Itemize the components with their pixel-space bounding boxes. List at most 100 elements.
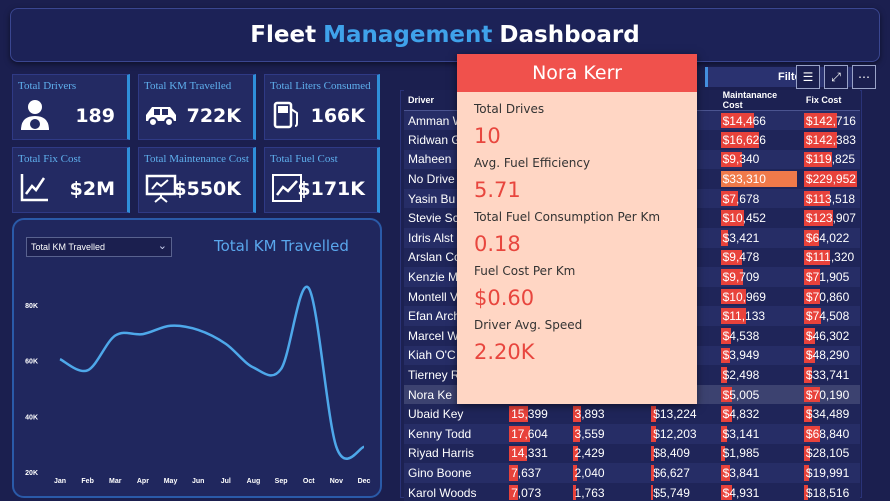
cell-value: $18,516 xyxy=(805,485,850,500)
cell-col1: 7,073 xyxy=(507,482,571,501)
dashboard-title: Fleet Management Dashboard xyxy=(10,8,880,62)
visual-header-icons: ☰ ⤢ ⋯ xyxy=(796,65,876,89)
kpi-value: 722K xyxy=(186,105,241,127)
cell-maintenance: $10,452 xyxy=(718,208,802,229)
cell-value: $34,489 xyxy=(805,407,850,422)
cell-value: $70,860 xyxy=(805,289,850,304)
cell-value: $33,741 xyxy=(805,368,850,383)
tooltip-item: Fuel Cost Per Km $0.60 xyxy=(474,264,697,310)
cell-value: $111,320 xyxy=(805,250,855,265)
x-tick-label: Dec xyxy=(358,478,371,485)
kpi-value: $2M xyxy=(69,178,115,200)
tooltip-item-value: 0.18 xyxy=(474,232,521,256)
cell-fix-cost: $18,516 xyxy=(801,482,860,501)
y-tick-label: 60K xyxy=(25,359,38,366)
cell-col2: 3,893 xyxy=(570,404,650,424)
x-tick-label: May xyxy=(164,478,178,485)
col-header-fix-cost[interactable]: Fix Cost xyxy=(801,90,860,111)
table-row[interactable]: Riyad Harris 14,331 2,429 $8,409 $1,985 $28,1… xyxy=(404,443,860,464)
x-tick-label: Aug xyxy=(247,478,261,485)
cell-col1: 17,604 xyxy=(507,424,571,444)
table-row[interactable]: Karol Woods 7,073 1,763 $5,749 $4,931 $18,516 xyxy=(404,482,860,501)
cell-value: $10,452 xyxy=(722,211,766,226)
cell-value: $3,949 xyxy=(722,348,760,363)
table-row[interactable]: Kenny Todd 17,604 3,559 $12,203 $3,141 $68,84… xyxy=(404,424,860,444)
cell-maintenance: $4,538 xyxy=(718,326,802,346)
cell-value: $19,991 xyxy=(805,465,850,480)
line-chart-icon xyxy=(20,174,48,202)
tooltip-title: Nora Kerr xyxy=(457,54,697,92)
cell-fix-cost: $74,508 xyxy=(801,306,860,327)
cell-maintenance: $2,498 xyxy=(718,365,802,385)
x-tick-label: Jul xyxy=(221,478,231,485)
cell-value: $16,626 xyxy=(722,132,766,147)
km-chart-panel: Total KM Travelled ⌄ Total KM Travelled … xyxy=(12,218,382,498)
tooltip-item-value: 2.20K xyxy=(474,340,535,364)
cell-col3: $5,749 xyxy=(649,482,719,501)
cell-value: $13,224 xyxy=(653,407,697,422)
cell-maintenance: $4,931 xyxy=(718,482,802,501)
table-row[interactable]: Ubaid Key 15,399 3,893 $13,224 $4,832 $34,489 xyxy=(404,404,860,424)
x-tick-label: Mar xyxy=(109,478,122,485)
cell-col3: $12,203 xyxy=(649,424,719,444)
cell-fix-cost: $64,022 xyxy=(801,228,860,248)
cell-fix-cost: $142,716 xyxy=(801,110,860,131)
cell-fix-cost: $113,518 xyxy=(801,188,860,209)
kpi-label: Total Fuel Cost xyxy=(270,153,338,165)
cell-value: $33,310 xyxy=(722,172,766,187)
cell-value: $8,409 xyxy=(653,446,690,461)
cell-value: $113,518 xyxy=(805,191,856,206)
kpi-value: $171K xyxy=(297,178,365,200)
table-row[interactable]: Gino Boone 7,637 2,040 $6,627 $3,841 $19,991 xyxy=(404,463,860,483)
y-tick-label: 20K xyxy=(25,470,38,477)
col-header-maintenance[interactable]: Maintanance Cost xyxy=(718,90,802,111)
x-tick-label: Jan xyxy=(54,478,66,485)
cell-maintenance: $11,133 xyxy=(718,306,802,327)
cell-maintenance: $33,310 xyxy=(718,169,802,189)
cell-value: 3,893 xyxy=(574,407,605,422)
title-part1: Fleet xyxy=(250,22,317,48)
cell-maintenance: $3,141 xyxy=(718,424,802,444)
cell-value: $3,141 xyxy=(722,426,760,441)
cell-value: $46,302 xyxy=(805,328,850,343)
cell-fix-cost: $70,190 xyxy=(801,384,860,405)
cell-value: $142,716 xyxy=(805,113,856,128)
cell-fix-cost: $123,907 xyxy=(801,208,860,229)
cell-fix-cost: $28,105 xyxy=(801,443,860,464)
y-tick-label: 80K xyxy=(25,303,38,310)
more-options-icon[interactable]: ⋯ xyxy=(852,65,876,89)
cell-col1: 14,331 xyxy=(507,443,571,464)
tooltip-item-label: Fuel Cost Per Km xyxy=(474,264,576,278)
cell-value: $11,133 xyxy=(722,309,766,324)
filter-icon[interactable]: ☰ xyxy=(796,65,820,89)
tooltip-item: Avg. Fuel Efficiency 5.71 xyxy=(474,156,697,202)
cell-fix-cost: $111,320 xyxy=(801,247,860,268)
cell-fix-cost: $119,825 xyxy=(801,149,860,170)
cell-fix-cost: $46,302 xyxy=(801,326,860,346)
cell-fix-cost: $142,383 xyxy=(801,130,860,150)
cell-maintenance: $3,841 xyxy=(718,463,802,483)
title-accent: Management xyxy=(323,22,493,48)
cell-value: $64,022 xyxy=(805,230,850,245)
cell-value: 7,637 xyxy=(511,465,542,480)
cell-col1: 7,637 xyxy=(507,463,571,483)
cell-value: $48,290 xyxy=(805,348,850,363)
cell-col3: $6,627 xyxy=(649,463,719,483)
cell-maintenance: $3,949 xyxy=(718,345,802,366)
x-tick-label: Jun xyxy=(192,478,204,485)
kpi-label: Total Liters Consumed xyxy=(270,80,371,92)
focus-mode-icon[interactable]: ⤢ xyxy=(824,65,848,89)
cell-value: $3,841 xyxy=(722,465,760,480)
cell-maintenance: $16,626 xyxy=(718,130,802,150)
cell-value: 7,073 xyxy=(511,485,542,500)
cell-maintenance: $3,421 xyxy=(718,228,802,248)
cell-col2: 2,429 xyxy=(570,443,650,464)
cell-value: $1,985 xyxy=(722,446,760,461)
cell-driver: Kenny Todd xyxy=(404,424,508,444)
cell-value: $229,952 xyxy=(805,172,856,187)
cell-value: $4,538 xyxy=(722,328,760,343)
tooltip-item-label: Total Fuel Consumption Per Km xyxy=(474,210,661,224)
cell-value: $74,508 xyxy=(805,309,850,324)
cell-fix-cost: $33,741 xyxy=(801,365,860,385)
y-tick-label: 40K xyxy=(25,414,38,421)
